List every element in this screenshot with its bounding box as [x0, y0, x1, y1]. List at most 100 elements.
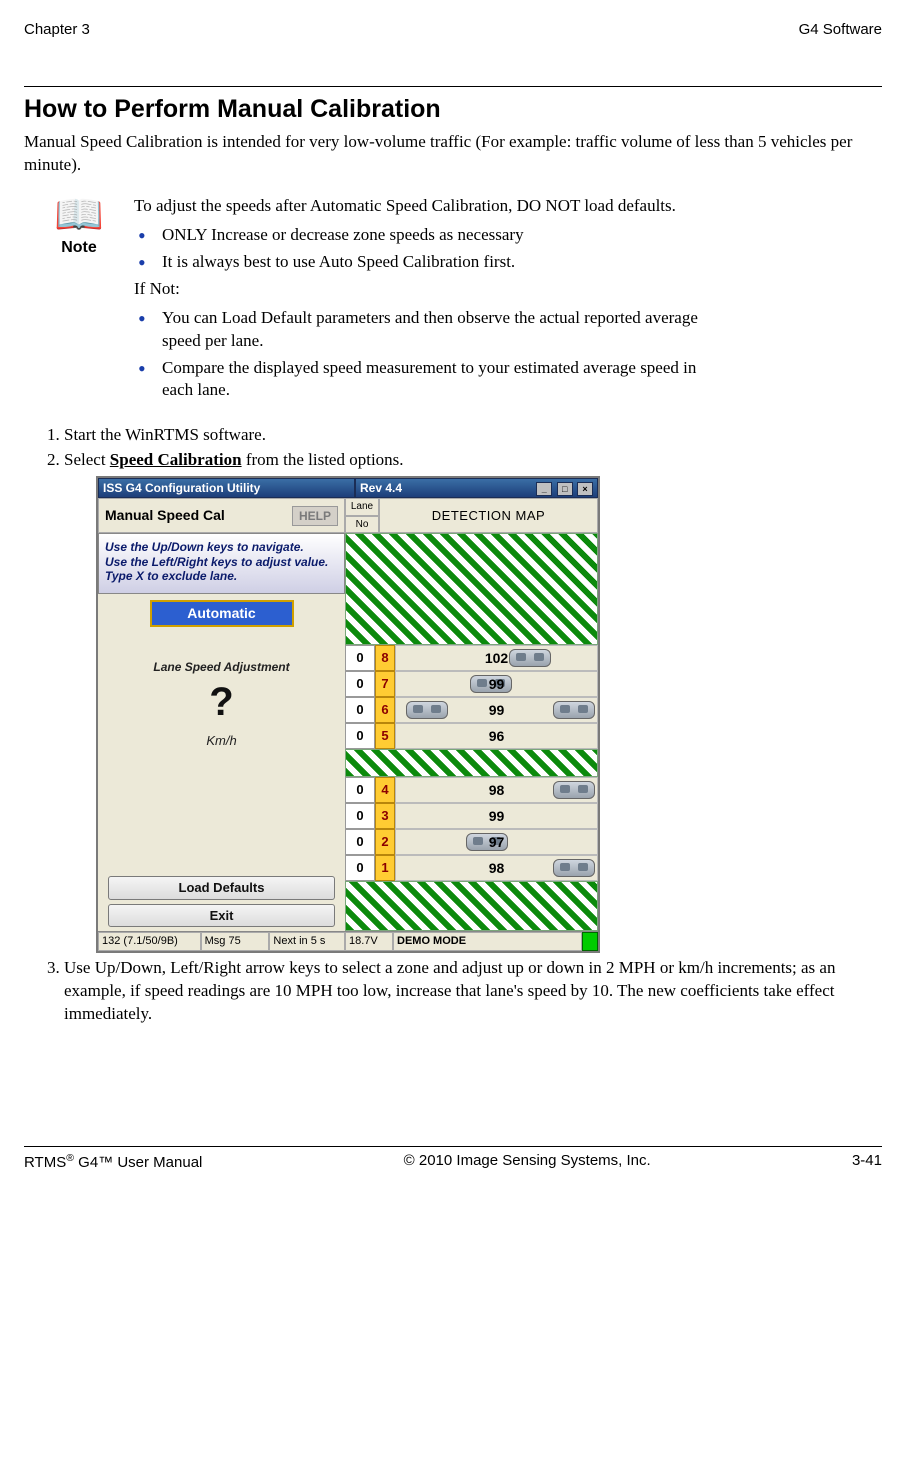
map-header: Lane No DETECTION MAP [345, 498, 598, 533]
lane-adjustment[interactable]: 0 [345, 645, 375, 671]
window-controls: _ □ × [535, 480, 593, 496]
titlebar-rev: Rev 4.4 [360, 480, 402, 496]
section-rule [24, 86, 882, 87]
lane-road: 98 [395, 855, 598, 881]
lane-adjustment[interactable]: 0 [345, 671, 375, 697]
note-icon-cell: 📖 Note [24, 195, 134, 259]
maximize-icon[interactable]: □ [557, 482, 573, 496]
lane-speed: 102 [485, 649, 508, 668]
automatic-button[interactable]: Automatic [150, 600, 294, 627]
status-msg: Msg 75 [201, 932, 270, 951]
note-bullets-b: You can Load Default parameters and then… [134, 307, 702, 403]
step-2: Select Speed Calibration from the listed… [64, 449, 882, 953]
lsa-title: Lane Speed Adjustment [102, 659, 341, 675]
lane-road: 98 [395, 777, 598, 803]
lane-adjustment[interactable]: 0 [345, 697, 375, 723]
lane-road: 97 [395, 829, 598, 855]
status-next: Next in 5 s [269, 932, 345, 951]
instructions: Use the Up/Down keys to navigate. Use th… [98, 533, 345, 594]
lane-adjustment[interactable]: 0 [345, 723, 375, 749]
lane-row[interactable]: 02 97 [345, 829, 598, 855]
vehicle-icon [553, 781, 595, 799]
lane-adjustment[interactable]: 0 [345, 855, 375, 881]
lane-id: 2 [375, 829, 395, 855]
lane-id: 1 [375, 855, 395, 881]
status-bar: 132 (7.1/50/9B) Msg 75 Next in 5 s 18.7V… [98, 931, 598, 951]
lane-row[interactable]: 07 99 [345, 671, 598, 697]
lane-road: 99 [395, 803, 598, 829]
vehicle-icon [406, 701, 448, 719]
lane-row[interactable]: 01 98 [345, 855, 598, 881]
col-label-lane: Lane [345, 498, 379, 516]
status-voltage: 18.7V [345, 932, 393, 951]
lane-row[interactable]: 08 102 [345, 645, 598, 671]
titlebar: ISS G4 Configuration Utility Rev 4.4 _ □… [98, 478, 598, 498]
page-footer: RTMS® G4™ User Manual © 2010 Image Sensi… [24, 1146, 882, 1173]
page-header: Chapter 3 G4 Software [24, 20, 882, 40]
lane-speed-adjustment: Lane Speed Adjustment ? Km/h [98, 629, 345, 755]
header-row: Manual Speed Cal HELP Lane No DETECTION … [98, 498, 598, 533]
note-body: To adjust the speeds after Automatic Spe… [134, 195, 882, 407]
lsa-unit: Km/h [102, 732, 341, 750]
step-3: Use Up/Down, Left/Right arrow keys to se… [64, 957, 882, 1026]
vehicle-icon [553, 701, 595, 719]
footer-right: 3-41 [852, 1151, 882, 1173]
note-bullet: It is always best to use Auto Speed Cali… [134, 251, 702, 274]
col-label-no: No [345, 516, 379, 534]
median-hatch [345, 749, 598, 777]
lane-speed: 96 [489, 727, 505, 746]
lane-adjustment[interactable]: 0 [345, 803, 375, 829]
note-mid: If Not: [134, 278, 702, 301]
lane-row[interactable]: 06 99 [345, 697, 598, 723]
section-title: How to Perform Manual Calibration [24, 93, 882, 127]
note-bullet: You can Load Default parameters and then… [134, 307, 702, 353]
close-icon[interactable]: × [577, 482, 593, 496]
lane-adjustment[interactable]: 0 [345, 777, 375, 803]
footer-center: © 2010 Image Sensing Systems, Inc. [404, 1151, 651, 1173]
header-right: G4 Software [799, 20, 882, 40]
step-1: Start the WinRTMS software. [64, 424, 882, 447]
lane-adjustment[interactable]: 0 [345, 829, 375, 855]
lane-id: 6 [375, 697, 395, 723]
help-button[interactable]: HELP [292, 506, 338, 526]
header-left: Chapter 3 [24, 20, 90, 40]
lane-id: 5 [375, 723, 395, 749]
lane-id: 8 [375, 645, 395, 671]
note-bullet: Compare the displayed speed measurement … [134, 357, 702, 403]
median-hatch [345, 881, 598, 931]
lane-speed: 97 [489, 833, 505, 852]
median-hatch [345, 533, 598, 645]
lane-speed: 99 [489, 807, 505, 826]
vehicle-icon [509, 649, 551, 667]
section-intro: Manual Speed Calibration is intended for… [24, 131, 882, 177]
lsa-value: ? [102, 682, 341, 722]
load-defaults-button[interactable]: Load Defaults [108, 876, 335, 900]
lane-speed: 99 [489, 701, 505, 720]
minimize-icon[interactable]: _ [536, 482, 552, 496]
lane-id: 7 [375, 671, 395, 697]
exit-button[interactable]: Exit [108, 904, 335, 928]
vehicle-icon [553, 859, 595, 877]
lane-id: 4 [375, 777, 395, 803]
lane-road: 99 [395, 697, 598, 723]
note-bullet: ONLY Increase or decrease zone speeds as… [134, 224, 702, 247]
lane-road: 102 [395, 645, 598, 671]
status-led-icon [582, 932, 598, 951]
lane-speed: 99 [489, 675, 505, 694]
left-panel: Use the Up/Down keys to navigate. Use th… [98, 533, 345, 931]
panel-title: Manual Speed Cal [105, 506, 225, 525]
lane-speed: 98 [489, 859, 505, 878]
detection-map-title: DETECTION MAP [379, 498, 598, 533]
lane-road: 99 [395, 671, 598, 697]
detection-map: 08102079906990596 0498039902970198 [345, 533, 598, 931]
winrtms-window: ISS G4 Configuration Utility Rev 4.4 _ □… [96, 476, 600, 953]
note-block: 📖 Note To adjust the speeds after Automa… [24, 195, 882, 407]
lane-row[interactable]: 03 99 [345, 803, 598, 829]
note-label: Note [24, 237, 134, 259]
note-lead: To adjust the speeds after Automatic Spe… [134, 195, 702, 218]
panel-title-area: Manual Speed Cal HELP [98, 498, 345, 533]
lane-id: 3 [375, 803, 395, 829]
lane-speed: 98 [489, 781, 505, 800]
lane-row[interactable]: 04 98 [345, 777, 598, 803]
lane-row[interactable]: 05 96 [345, 723, 598, 749]
